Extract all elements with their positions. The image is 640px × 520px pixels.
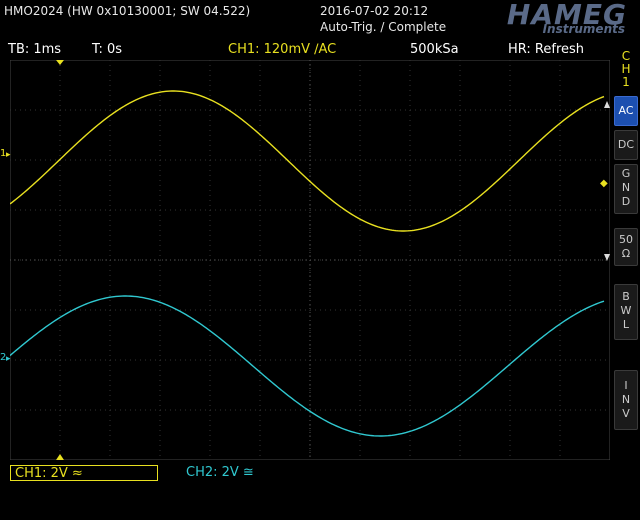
timebase[interactable]: TB: 1ms (8, 42, 61, 57)
trigger-time[interactable]: T: 0s (92, 42, 122, 57)
ch2-scale-box[interactable]: CH2: 2V ≅ (182, 465, 302, 481)
brand-sub: Instruments (542, 22, 625, 36)
ch1-ground-arrow-icon: ▸ (6, 150, 11, 160)
hr-mode[interactable]: HR: Refresh (508, 42, 584, 57)
header-bar: HMO2024 (HW 0x10130001; SW 04.522) 2016-… (0, 0, 640, 40)
bwl-button[interactable]: B W L (614, 284, 638, 340)
channel-bar: CH1: 2V ≈ CH2: 2V ≅ (0, 462, 612, 486)
channel-label: C H 1 (621, 49, 631, 89)
ac-coupling-button[interactable]: AC (614, 96, 638, 126)
gnd-button[interactable]: G N D (614, 164, 638, 214)
brand-logo: HAMEG Instruments (455, 0, 635, 38)
ch2-ground-arrow-icon: ▸ (6, 354, 11, 364)
50-ohm-button[interactable]: 50 Ω (614, 228, 638, 266)
ch1-scale-box[interactable]: CH1: 2V ≈ (10, 465, 158, 481)
dc-coupling-button[interactable]: DC (614, 130, 638, 160)
trigger-status: Auto-Trig. / Complete (320, 20, 447, 34)
ch1-setting[interactable]: CH1: 120mV ∕AC (228, 42, 336, 57)
status-bar: TB: 1ms T: 0s CH1: 120mV ∕AC 500kSa HR: … (0, 40, 612, 60)
inv-button[interactable]: I N V (614, 370, 638, 430)
sample-rate: 500kSa (410, 42, 459, 57)
ch1-right-marker: ◆ (600, 178, 608, 189)
datetime: 2016-07-02 20:12 (320, 4, 429, 18)
device-info: HMO2024 (HW 0x10130001; SW 04.522) (4, 4, 251, 18)
graticule: ◆ (10, 60, 610, 460)
softkey-panel: C H 1 AC DC G N D 50 Ω B W L I N V (612, 40, 640, 520)
